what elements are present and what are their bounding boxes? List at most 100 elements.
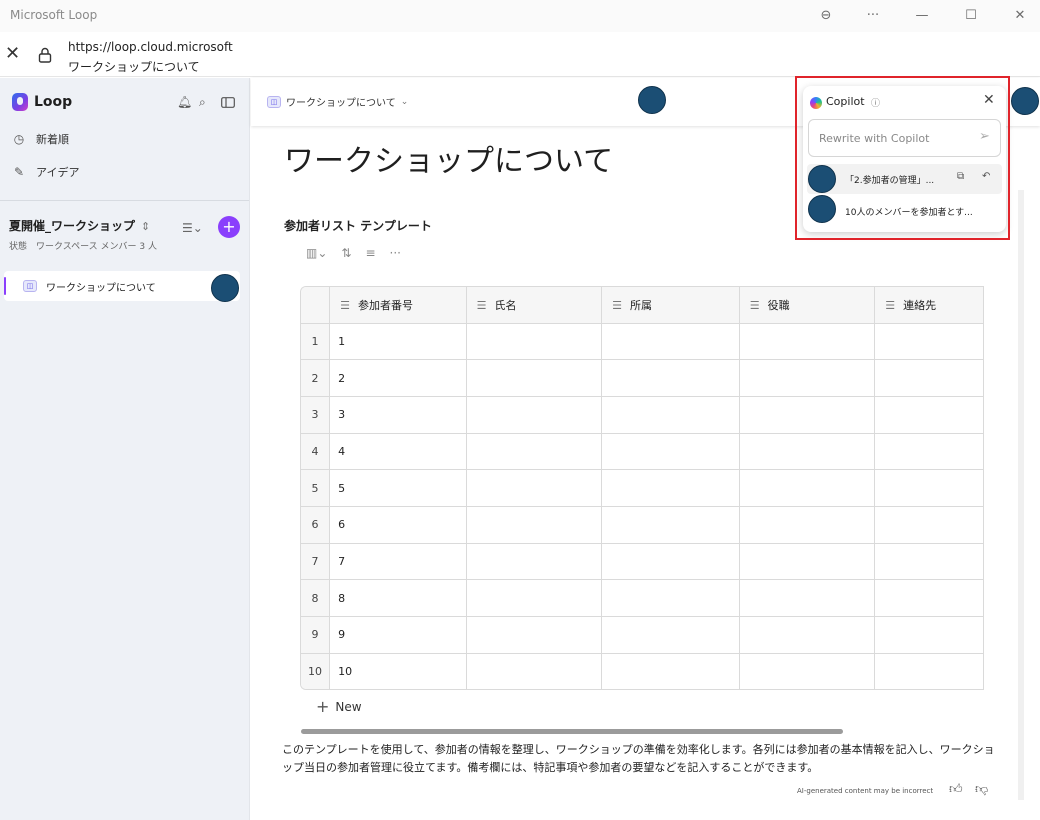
nav-item-label: アイデア [36,166,80,179]
table-cell[interactable]: 10 [329,653,467,689]
table-cell[interactable] [601,506,740,544]
text-column-icon: ☰ [340,298,350,312]
sidebar-page-item[interactable]: ◫ ワークショップについて [4,271,240,301]
column-header[interactable]: ☰ 所属 [601,287,740,324]
breadcrumb-label: ワークショップについて [286,98,396,109]
table-cell[interactable]: 9 [329,616,467,654]
table-cell[interactable] [739,653,876,689]
sidebar-toggle-icon[interactable] [221,97,235,108]
zoom-out-icon[interactable]: ⊖ [812,4,840,26]
table-cell[interactable] [874,359,984,397]
thumbs-up-icon[interactable]: 👍︎ [949,782,963,797]
table-cell[interactable]: 4 [329,433,467,471]
maximize-button[interactable]: ☐ [957,4,985,26]
table-cell[interactable] [466,616,603,654]
loop-logo[interactable]: Loop [12,93,72,111]
table-cell[interactable] [739,433,876,471]
table-cell[interactable] [874,433,984,471]
page-title[interactable]: ワークショップについて [284,136,613,180]
column-header[interactable]: ☰ 参加者番号 [329,287,467,324]
sidebar-page-label: ワークショップについて [46,283,156,294]
search-icon[interactable]: ⌕ [199,95,206,110]
table-cell[interactable] [874,323,984,361]
table-cell[interactable] [466,543,603,581]
table-cell[interactable] [739,396,876,434]
breadcrumb[interactable]: ◫ ワークショップについて ⌄ [267,94,408,109]
table-cell[interactable] [874,396,984,434]
view-options-icon[interactable]: ▥⌄ [306,246,327,260]
table-cell[interactable] [601,359,740,397]
table-cell[interactable] [466,396,603,434]
sort-icon[interactable]: ⇅ [341,246,351,260]
row-number-cell: 10 [301,653,331,689]
table-cell[interactable] [466,323,603,361]
thumbs-down-icon[interactable]: 👎︎ [975,782,988,797]
selection-indicator [4,277,6,295]
table-cell[interactable] [601,433,740,471]
table-cell[interactable]: 1 [329,323,467,361]
table-cell[interactable] [739,469,876,507]
table-cell[interactable] [874,543,984,581]
table-cell[interactable]: 3 [329,396,467,434]
table-cell[interactable]: 5 [329,469,467,507]
table-cell[interactable] [601,469,740,507]
close-window-button[interactable]: ✕ [1006,4,1034,26]
horizontal-scrollbar[interactable] [301,729,843,734]
marker-dot [211,274,239,302]
table-cell[interactable] [601,579,740,617]
table-header-row: ☰ 参加者番号 ☰ 氏名 ☰ 所属 ☰ 役職 ☰ 連絡先 [301,287,984,324]
table-cell[interactable]: 8 [329,579,467,617]
table-cell[interactable] [739,579,876,617]
close-icon[interactable]: ✕ [5,45,20,63]
workspace-name-text: 夏開催_ワークショップ [9,219,136,233]
table-cell[interactable] [466,579,603,617]
table-cell[interactable] [739,616,876,654]
table-cell[interactable] [466,653,603,689]
minimize-button[interactable]: — [908,4,936,26]
table-cell[interactable] [466,359,603,397]
marker-dot [638,86,666,114]
sort-menu-icon[interactable]: ☰⌄ [182,221,203,235]
filter-icon[interactable]: ≡ [365,246,375,260]
add-row-button[interactable]: + New [316,697,362,716]
add-page-button[interactable]: + [218,216,240,238]
table-cell[interactable] [739,506,876,544]
table-cell[interactable] [874,579,984,617]
table-cell[interactable] [466,433,603,471]
url-text[interactable]: https://loop.cloud.microsoft [68,40,233,54]
table-cell[interactable] [874,506,984,544]
expand-icon[interactable]: ⇕ [141,220,150,233]
table-row: 88 [301,579,984,617]
chevron-down-icon: ⌄ [400,96,409,107]
workspace-name[interactable]: 夏開催_ワークショップ ⇕ [9,217,150,234]
table-cell[interactable] [739,359,876,397]
table-cell[interactable] [874,616,984,654]
table-cell[interactable]: 2 [329,359,467,397]
column-header[interactable]: ☰ 連絡先 [874,287,984,324]
table-cell[interactable] [466,506,603,544]
participant-table: ☰ 参加者番号 ☰ 氏名 ☰ 所属 ☰ 役職 ☰ 連絡先 1122334455667788… [300,286,984,690]
column-header[interactable]: ☰ 役職 [739,287,876,324]
column-header[interactable]: ☰ 氏名 [466,287,603,324]
table-cell[interactable] [601,616,740,654]
table-cell[interactable]: 6 [329,506,467,544]
bell-icon[interactable]: 🔔︎ [177,95,192,109]
table-cell[interactable] [739,543,876,581]
table-cell[interactable] [601,653,740,689]
nav-item-recent[interactable]: ◷ 新着順 [12,131,69,147]
text-column-icon: ☰ [885,298,896,312]
table-cell[interactable] [601,543,740,581]
table-cell[interactable] [466,469,603,507]
more-icon[interactable]: ··· [390,246,401,260]
table-cell[interactable] [874,653,984,689]
table-cell[interactable] [874,469,984,507]
vertical-scrollbar[interactable] [1018,190,1024,800]
table-cell[interactable]: 7 [329,543,467,581]
table-description[interactable]: このテンプレートを使用して、参加者の情報を整理し、ワークショップの準備を効率化し… [282,741,997,777]
more-options-icon[interactable]: ··· [859,4,887,26]
table-cell[interactable] [601,323,740,361]
table-cell[interactable] [739,323,876,361]
table-cell[interactable] [601,396,740,434]
nav-item-ideas[interactable]: ✎ アイデア [12,164,79,180]
table-title[interactable]: 参加者リスト テンプレート [284,217,432,234]
